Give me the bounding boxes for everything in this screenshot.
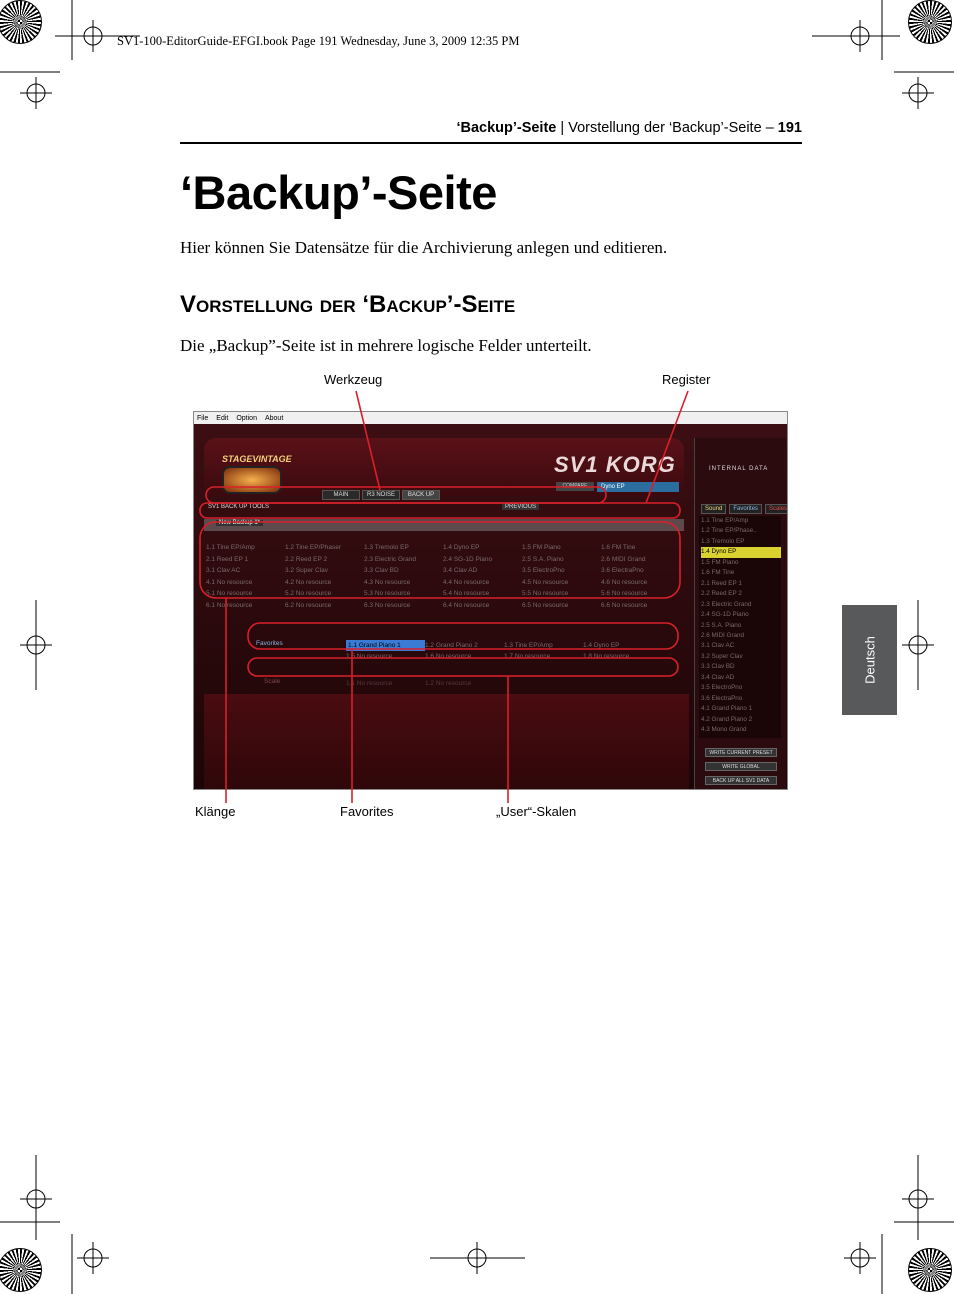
ellipse-werkzeug — [205, 486, 607, 504]
leader-register — [645, 390, 689, 504]
ellipse-favorites — [247, 622, 679, 650]
ellipse-klaenge — [199, 521, 681, 599]
ellipse-register — [199, 502, 681, 519]
leader-werkzeug — [355, 390, 381, 491]
ellipse-scales — [247, 657, 679, 677]
callout-annotations — [199, 390, 689, 803]
